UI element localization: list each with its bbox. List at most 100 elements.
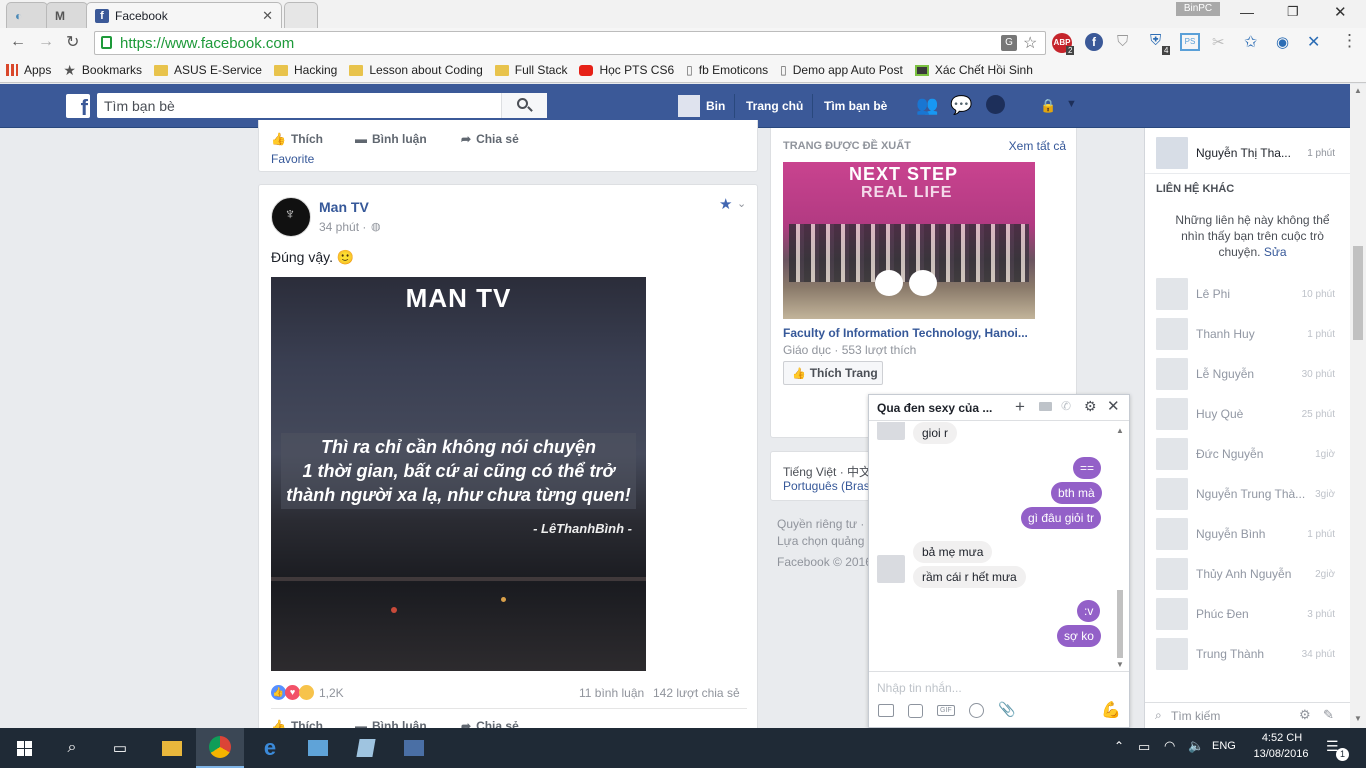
wifi-icon[interactable]: ◠ xyxy=(1164,738,1175,754)
find-friends-link[interactable]: Tìm bạn bè xyxy=(824,99,887,113)
search-icon[interactable]: ⌕ xyxy=(48,728,96,768)
share-count[interactable]: 142 lượt chia sẻ xyxy=(653,686,740,700)
emoji-icon[interactable] xyxy=(969,703,984,718)
contact-row[interactable]: Nguyễn Thị Tha... 1 phút xyxy=(1145,133,1345,173)
back-icon[interactable]: ← xyxy=(10,33,26,51)
minimize-icon[interactable]: — xyxy=(1240,4,1254,20)
maximize-icon[interactable]: ❐ xyxy=(1287,4,1299,20)
reload-icon[interactable]: ↻ xyxy=(66,32,79,52)
search-button[interactable] xyxy=(501,93,547,118)
share-button[interactable]: ➦ Chia sẻ xyxy=(461,132,519,146)
bookmark-apps[interactable]: Apps xyxy=(6,63,51,77)
favorite-link[interactable]: Favorite xyxy=(271,152,314,166)
contact-row[interactable]: Đức Nguyễn 1giờ xyxy=(1145,434,1345,474)
search-box[interactable]: Tìm bạn bè xyxy=(97,93,547,118)
bookmark-emoticons[interactable]: ▯ fb Emoticons xyxy=(686,63,768,77)
contact-row[interactable]: Thanh Huy 1 phút xyxy=(1145,314,1345,354)
like-button[interactable]: 👍 Thích xyxy=(271,132,323,146)
network-app-icon[interactable] xyxy=(390,728,438,768)
notes-app-icon[interactable] xyxy=(342,728,390,768)
file-explorer-icon[interactable] xyxy=(148,728,196,768)
bookmark-fullstack[interactable]: Full Stack xyxy=(494,63,567,77)
post-time[interactable]: 34 phút · xyxy=(319,220,366,234)
bookmark-bookmarks[interactable]: ★ Bookmarks xyxy=(63,62,142,79)
volume-icon[interactable]: 🔈 xyxy=(1188,738,1204,754)
post-author[interactable]: Man TV xyxy=(319,199,369,215)
chat-scrollbar[interactable]: ▲ ▼ xyxy=(1115,426,1125,670)
bookmark-hacking[interactable]: Hacking xyxy=(273,63,337,77)
chat-title[interactable]: Qua đen sexy của ... xyxy=(877,401,992,415)
contact-row[interactable]: Huy Què 25 phút xyxy=(1145,394,1345,434)
eye-ext-icon[interactable]: ◉ xyxy=(1276,33,1289,51)
gif-icon[interactable]: GIF xyxy=(937,705,955,716)
contact-row[interactable]: Thủy Anh Nguyễn 2giờ xyxy=(1145,554,1345,594)
tab-pinned-1[interactable]: ◐ xyxy=(6,2,48,28)
bookmark-asus[interactable]: ASUS E-Service xyxy=(153,63,262,77)
privacy-link[interactable]: Quyền riêng tư · xyxy=(777,517,864,531)
contact-row[interactable]: Nguyễn Bình 1 phút xyxy=(1145,514,1345,554)
profile-link[interactable]: Bin xyxy=(706,99,725,113)
privacy-lock-icon[interactable]: 🔒 xyxy=(1040,98,1056,114)
avatar[interactable] xyxy=(678,95,700,117)
page-avatar[interactable]: ♆ xyxy=(271,197,311,237)
facebook-ext-icon[interactable]: f xyxy=(1085,33,1103,51)
forward-icon[interactable]: → xyxy=(38,33,54,51)
translate-icon[interactable]: G xyxy=(1001,35,1017,51)
messages-icon[interactable]: 💬 xyxy=(950,95,972,116)
gear-icon[interactable]: ⚙ xyxy=(1299,707,1311,723)
close-chat-icon[interactable]: ✕ xyxy=(1107,397,1120,415)
emoji-quick-reaction-icon[interactable]: 💪 xyxy=(1101,700,1121,720)
phone-icon[interactable]: ✆ xyxy=(1061,399,1071,413)
language-links[interactable]: Tiếng Việt · 中文 xyxy=(783,463,871,480)
attach-icon[interactable]: 📎 xyxy=(998,701,1015,718)
scroll-down-icon[interactable]: ▼ xyxy=(1354,714,1362,723)
add-people-icon[interactable]: + xyxy=(1015,397,1025,417)
ad-choices-link[interactable]: Lựa chọn quảng xyxy=(777,534,864,548)
chrome-taskbar-icon[interactable] xyxy=(196,728,244,768)
close-window-icon[interactable]: ✕ xyxy=(1334,3,1347,21)
comment-count[interactable]: 11 bình luận xyxy=(579,686,644,700)
home-link[interactable]: Trang chủ xyxy=(746,99,803,113)
scroll-up-icon[interactable]: ▲ xyxy=(1116,426,1124,435)
profile-badge[interactable]: BinPC xyxy=(1176,2,1220,16)
page-cover-image[interactable]: NEXT STEP REAL LIFE xyxy=(783,162,1035,319)
star-ext-icon[interactable]: ✩ xyxy=(1244,32,1257,52)
tab-pinned-2[interactable]: M xyxy=(46,2,88,28)
contact-row[interactable]: Lễ Nguyễn 30 phút xyxy=(1145,354,1345,394)
search-input[interactable]: Tìm bạn bè xyxy=(104,98,175,114)
tools-ext-icon[interactable]: ✂ xyxy=(1212,33,1225,51)
app-icon[interactable] xyxy=(294,728,342,768)
edge-icon[interactable]: e xyxy=(246,728,294,768)
bookmark-xacchet[interactable]: Xác Chết Hồi Sinh xyxy=(914,63,1033,77)
sidebar-search-input[interactable]: Tìm kiếm xyxy=(1171,709,1220,723)
see-all-link[interactable]: Xem tất cả xyxy=(1009,139,1066,153)
tab-facebook[interactable]: f Facebook ✕ xyxy=(86,2,282,28)
photo-icon[interactable] xyxy=(878,704,894,717)
gear-icon[interactable]: ⚙ xyxy=(1084,398,1097,415)
omnibox[interactable]: https://www.facebook.com G ☆ xyxy=(94,31,1046,55)
bookmark-pts[interactable]: Học PTS CS6 xyxy=(579,63,674,77)
clock-time[interactable]: 4:52 CH xyxy=(1254,732,1310,744)
account-menu-icon[interactable]: ▼ xyxy=(1066,98,1077,110)
message-input[interactable]: Nhập tin nhắn... xyxy=(877,681,962,695)
facebook-logo-icon[interactable]: f xyxy=(66,94,90,118)
clock-date[interactable]: 13/08/2016 xyxy=(1248,748,1314,760)
contact-row[interactable]: Trung Thành 34 phút xyxy=(1145,634,1345,674)
contact-row[interactable]: Lê Phi 10 phút xyxy=(1145,274,1345,314)
video-call-icon[interactable] xyxy=(1039,402,1052,411)
bookmark-lesson[interactable]: Lesson about Coding xyxy=(349,63,483,77)
sticker-icon[interactable] xyxy=(908,704,923,718)
like-page-button[interactable]: 👍 Thích Trang xyxy=(783,361,883,385)
compose-icon[interactable]: ✎ xyxy=(1323,707,1334,723)
shield-ext-icon[interactable]: ⛉ xyxy=(1117,33,1128,50)
chat-header[interactable]: Qua đen sexy của ... + ✆ ⚙ ✕ xyxy=(869,395,1129,421)
screenshot-ext-icon[interactable]: PS xyxy=(1180,33,1200,51)
input-language[interactable]: ENG xyxy=(1212,740,1236,752)
security-ext-icon[interactable]: ⛨ xyxy=(1150,32,1161,49)
page-scrollbar[interactable]: ▲ ▼ xyxy=(1350,84,1366,728)
edit-link[interactable]: Sửa xyxy=(1264,245,1287,259)
contact-row[interactable]: Nguyễn Trung Thà... 3giờ xyxy=(1145,474,1345,514)
notifications-globe-icon[interactable] xyxy=(986,95,1005,114)
favorite-star-icon[interactable]: ★ xyxy=(719,195,732,213)
reactions-summary[interactable]: 👍 ♥ 1,2K xyxy=(271,685,344,700)
